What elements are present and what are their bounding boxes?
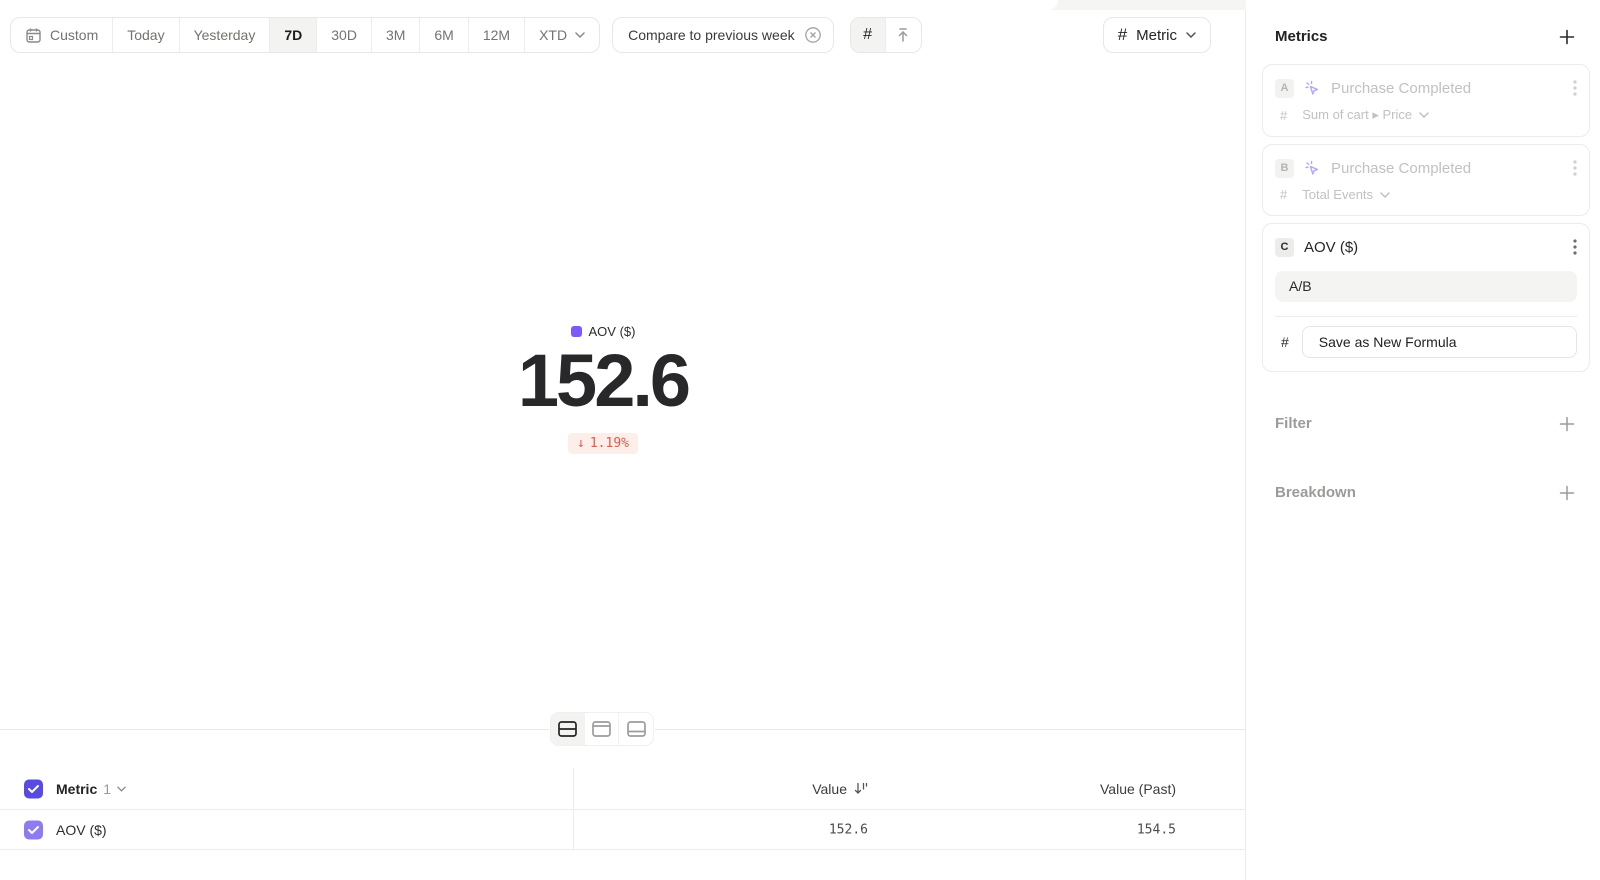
date-range-6m[interactable]: 6M [420, 18, 468, 52]
save-as-new-formula-button[interactable]: Save as New Formula [1302, 326, 1577, 358]
sort-descending-icon [854, 782, 868, 795]
date-range-3m[interactable]: 3M [372, 18, 420, 52]
table-row[interactable]: AOV ($) 152.6 154.5 [0, 810, 1246, 850]
delta-value: 1.19% [590, 436, 629, 451]
date-range-7d[interactable]: 7D [270, 18, 317, 52]
layout-toggle [550, 712, 654, 746]
date-range-control: Custom Today Yesterday 7D 30D 3M 6M 12M … [10, 17, 600, 53]
metric-button-label: Metric [1136, 27, 1177, 44]
delta-badge: ↓ 1.19% [568, 433, 638, 454]
metric-title: Purchase Completed [1331, 160, 1471, 177]
chevron-down-icon [1186, 32, 1196, 38]
row-value-past: 154.5 [1137, 822, 1176, 837]
hash-icon: # [1118, 25, 1127, 45]
arrow-up-to-line-icon [895, 27, 911, 43]
compare-pill[interactable]: Compare to previous week [612, 17, 834, 53]
metric-title: Purchase Completed [1331, 80, 1471, 97]
card-menu-icon[interactable] [1573, 239, 1577, 255]
select-all-checkbox[interactable] [24, 779, 43, 798]
property-selector[interactable]: Total Events [1302, 187, 1390, 202]
compare-label: Compare to previous week [628, 27, 795, 43]
row-checkbox[interactable] [24, 820, 43, 839]
row-value: 152.6 [829, 822, 868, 837]
metric-dropdown-button[interactable]: # Metric [1103, 17, 1211, 53]
add-metric-button[interactable] [1559, 29, 1575, 45]
metric-card-a[interactable]: A Purchase Completed # Sum of cart ▸ Pri… [1262, 64, 1590, 137]
metric-card-b[interactable]: B Purchase Completed # Total Events [1262, 144, 1590, 216]
metric-badge: C [1275, 238, 1294, 257]
metric-card-c[interactable]: C AOV ($) A/B # Save as New Formula [1262, 223, 1590, 372]
calendar-icon [25, 27, 42, 44]
card-menu-icon[interactable] [1573, 160, 1577, 176]
hash-icon: # [1281, 334, 1289, 350]
split-view-button[interactable] [551, 713, 585, 745]
chart-type-toggle: # [850, 17, 922, 53]
add-filter-button[interactable] [1559, 416, 1575, 432]
table-column-divider [573, 768, 574, 850]
metric-column-header[interactable]: Metric 1 [56, 781, 126, 797]
value-column-header[interactable]: Value [812, 781, 868, 797]
metric-badge: B [1275, 159, 1294, 178]
config-sidebar: Metrics A Purchase Completed # Sum of ca… [1247, 0, 1600, 880]
date-range-yesterday[interactable]: Yesterday [180, 18, 271, 52]
table-only-view-button[interactable] [619, 713, 653, 745]
chart-legend: AOV ($) [0, 324, 1206, 339]
legend-label: AOV ($) [589, 324, 636, 339]
arrow-down-icon: ↓ [577, 436, 585, 451]
card-menu-icon[interactable] [1573, 80, 1577, 96]
main-panel: Custom Today Yesterday 7D 30D 3M 6M 12M … [0, 0, 1246, 880]
metrics-section-title: Metrics [1275, 28, 1328, 45]
top-bar-layout-icon [591, 720, 612, 738]
hash-icon: # [1280, 187, 1287, 202]
chevron-down-icon [575, 32, 585, 38]
value-past-column-header[interactable]: Value (Past) [1100, 781, 1176, 797]
hash-icon: # [1280, 108, 1287, 123]
table-header-row: Metric 1 Value Value (Past) [0, 768, 1246, 810]
bottom-bar-layout-icon [626, 720, 647, 738]
kpi-value: 152.6 [0, 338, 1206, 423]
date-range-xtd-dropdown[interactable]: XTD [525, 18, 599, 52]
legend-swatch [571, 326, 582, 337]
date-range-today[interactable]: Today [113, 18, 179, 52]
date-range-label: Custom [50, 27, 98, 43]
split-layout-icon [557, 720, 578, 738]
metric-title: AOV ($) [1304, 239, 1358, 256]
top-card-edge [0, 0, 1058, 10]
event-click-icon [1304, 80, 1321, 97]
chart-only-view-button[interactable] [585, 713, 619, 745]
card-divider [1275, 316, 1577, 317]
metric-badge: A [1275, 79, 1294, 98]
date-range-12m[interactable]: 12M [469, 18, 525, 52]
filter-section-title: Filter [1275, 415, 1312, 432]
date-range-30d[interactable]: 30D [317, 18, 372, 52]
event-click-icon [1304, 160, 1321, 177]
hash-icon: # [863, 26, 872, 44]
chevron-down-icon [117, 786, 126, 792]
toolbar: Custom Today Yesterday 7D 30D 3M 6M 12M … [10, 17, 1211, 53]
date-range-custom[interactable]: Custom [11, 18, 113, 52]
formula-input[interactable]: A/B [1275, 271, 1577, 302]
add-breakdown-button[interactable] [1559, 485, 1575, 501]
breakdown-section-title: Breakdown [1275, 484, 1356, 501]
row-metric-name: AOV ($) [56, 822, 107, 838]
property-selector[interactable]: Sum of cart ▸ Price [1302, 107, 1429, 123]
trend-view-button[interactable] [886, 18, 921, 52]
remove-compare-icon[interactable] [804, 26, 822, 44]
number-view-button[interactable]: # [851, 18, 886, 52]
